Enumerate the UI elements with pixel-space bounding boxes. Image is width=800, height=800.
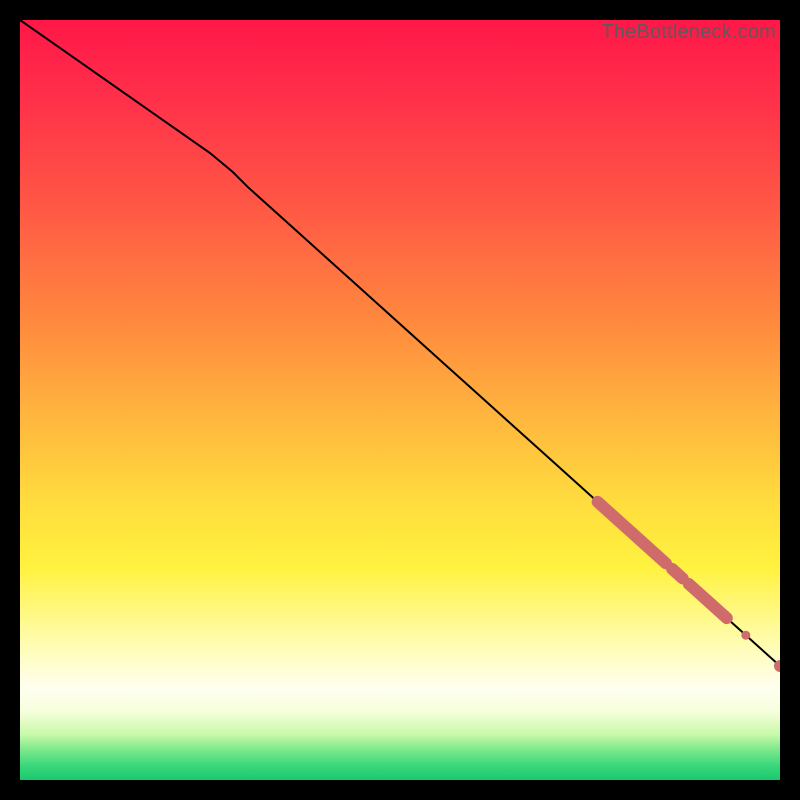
- highlight-segment: [598, 502, 666, 564]
- highlight-segment: [672, 569, 683, 579]
- watermark-label: TheBottleneck.com: [601, 21, 776, 44]
- highlight-segment: [689, 584, 727, 618]
- chart-overlay: [20, 20, 780, 780]
- chart-frame: TheBottleneck.com: [20, 20, 780, 780]
- data-point-dot: [741, 631, 750, 640]
